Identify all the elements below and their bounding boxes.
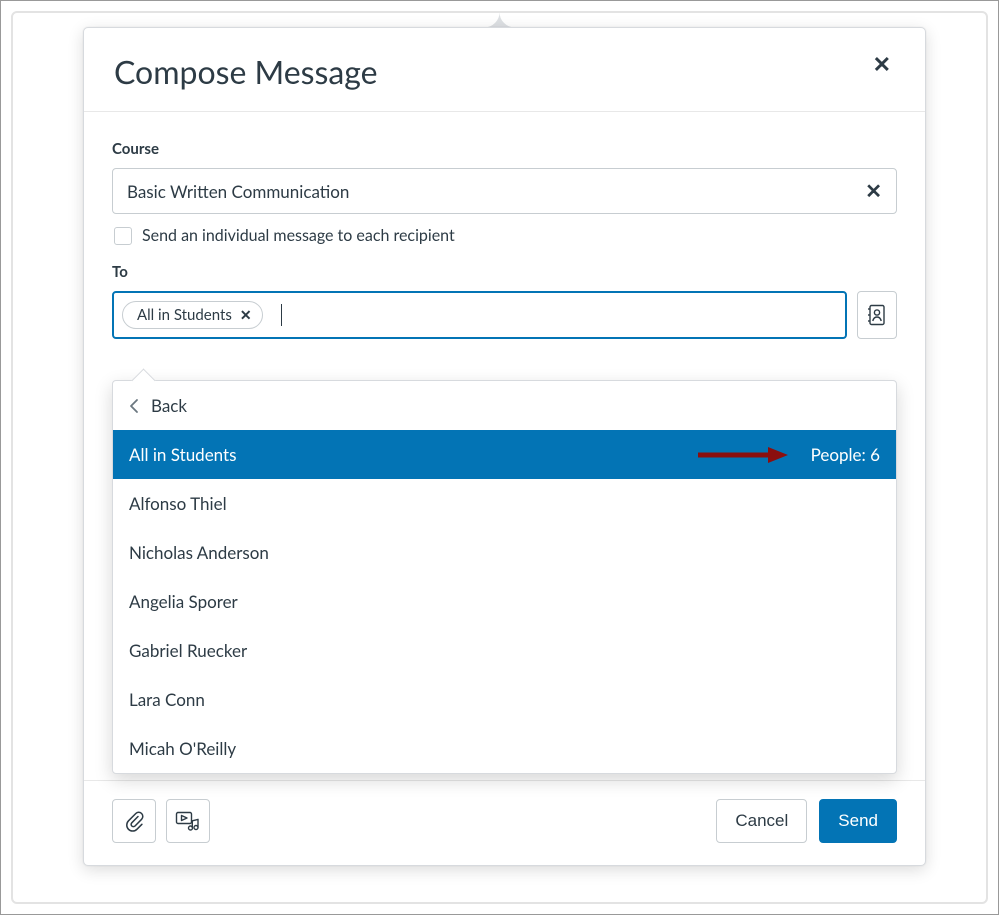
dropdown-item[interactable]: Nicholas Anderson xyxy=(113,528,896,577)
modal-header: Compose Message ✕ xyxy=(84,28,925,111)
dropdown-item[interactable]: Micah O'Reilly xyxy=(113,724,896,773)
dropdown-back-label: Back xyxy=(151,395,187,416)
dropdown-item-all[interactable]: All in Students People: 6 xyxy=(113,430,896,479)
individual-message-row: Send an individual message to each recip… xyxy=(114,226,897,245)
dropdown-item-label: Lara Conn xyxy=(129,689,205,710)
dropdown-people-count: People: 6 xyxy=(811,444,880,465)
dropdown-item[interactable]: Lara Conn xyxy=(113,675,896,724)
dropdown-item[interactable]: Angelia Sporer xyxy=(113,577,896,626)
remove-chip-icon[interactable]: ✕ xyxy=(238,307,254,324)
dropdown-back[interactable]: Back xyxy=(113,381,896,430)
compose-message-modal: Compose Message ✕ Course Basic Written C… xyxy=(83,27,926,866)
dropdown-item-label: Alfonso Thiel xyxy=(129,493,227,514)
divider xyxy=(84,111,925,112)
send-button[interactable]: Send xyxy=(819,799,897,843)
paperclip-icon xyxy=(124,810,144,832)
chevron-left-icon xyxy=(129,398,139,414)
dropdown-item-label: Gabriel Ruecker xyxy=(129,640,247,661)
address-book-button[interactable] xyxy=(857,291,897,339)
close-icon[interactable]: ✕ xyxy=(869,52,895,78)
text-cursor xyxy=(281,304,282,326)
modal-title: Compose Message xyxy=(114,52,378,91)
clear-course-icon[interactable]: ✕ xyxy=(865,179,882,204)
media-button[interactable] xyxy=(166,799,210,843)
course-select[interactable]: Basic Written Communication ✕ xyxy=(112,168,897,214)
modal-footer: Cancel Send xyxy=(84,780,925,865)
footer-left xyxy=(112,799,210,843)
recipient-chip: All in Students ✕ xyxy=(122,301,263,329)
dropdown-item-label: Angelia Sporer xyxy=(129,591,238,612)
dropdown-item-label: Micah O'Reilly xyxy=(129,738,236,759)
dropdown-item[interactable]: Gabriel Ruecker xyxy=(113,626,896,675)
recipient-chip-label: All in Students xyxy=(137,306,232,324)
dropdown-item-label: Nicholas Anderson xyxy=(129,542,269,563)
to-row: All in Students ✕ xyxy=(112,291,897,339)
individual-message-label: Send an individual message to each recip… xyxy=(142,226,455,245)
dropdown-item-label: All in Students xyxy=(129,444,237,465)
footer-right: Cancel Send xyxy=(716,799,897,843)
course-label: Course xyxy=(112,140,897,158)
to-input[interactable]: All in Students ✕ xyxy=(112,291,847,339)
to-label: To xyxy=(112,263,897,281)
cancel-button[interactable]: Cancel xyxy=(716,799,807,843)
modal-body: Course Basic Written Communication ✕ Sen… xyxy=(84,120,925,780)
attach-button[interactable] xyxy=(112,799,156,843)
course-value: Basic Written Communication xyxy=(127,181,349,202)
recipients-dropdown: Back All in Students People: 6 Alfonso T… xyxy=(112,380,897,774)
app-frame: ✦ Compose Message ✕ Course Basic Written… xyxy=(11,11,988,904)
address-book-icon xyxy=(867,304,887,326)
individual-message-checkbox[interactable] xyxy=(114,227,132,245)
annotation-arrow-icon xyxy=(696,445,788,465)
media-icon xyxy=(175,811,201,831)
dropdown-item[interactable]: Alfonso Thiel xyxy=(113,479,896,528)
